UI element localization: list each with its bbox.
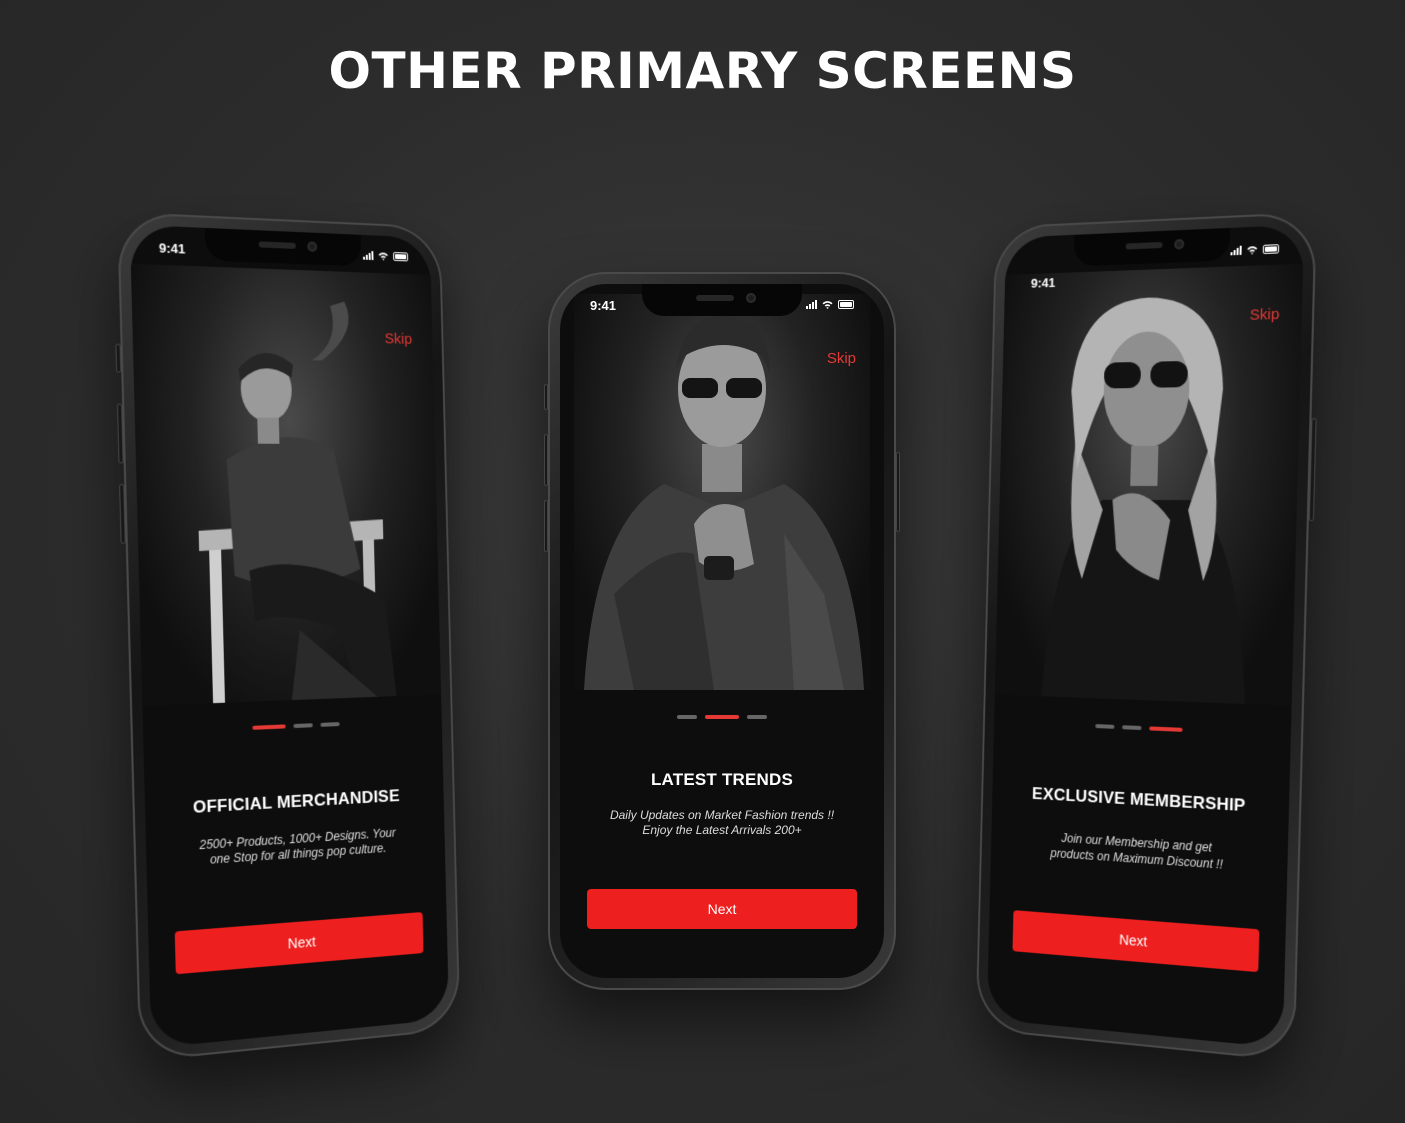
page-dot-1[interactable] — [1095, 724, 1115, 729]
signal-icon — [363, 251, 374, 261]
signal-icon — [806, 300, 817, 309]
onboarding-headline: LATEST TRENDS — [650, 770, 794, 789]
onboarding-description-line-1: Daily Updates on Market Fashion trends !… — [609, 808, 835, 822]
power-button — [896, 452, 900, 532]
page-indicator — [560, 715, 884, 719]
page-dot-1[interactable] — [252, 724, 286, 730]
notch — [204, 227, 362, 267]
wifi-icon — [1247, 246, 1258, 255]
skip-button[interactable]: Skip — [384, 330, 412, 347]
onboarding-description: 2500+ Products, 1000+ Designs. Your one … — [199, 825, 396, 867]
woman-sunglasses-photo — [1041, 295, 1251, 705]
notch — [1073, 227, 1231, 267]
skip-button[interactable]: Skip — [1250, 306, 1280, 324]
status-time: 9:41 — [158, 240, 186, 257]
skip-button[interactable]: Skip — [827, 350, 856, 367]
speaker — [696, 295, 734, 301]
wifi-icon — [378, 252, 389, 261]
side-button — [115, 343, 122, 373]
onboarding-headline: OFFICIAL MERCHANDISE — [192, 786, 400, 817]
status-time: 9:41 — [1030, 275, 1056, 291]
volume-down-button — [119, 484, 126, 544]
page-indicator — [994, 720, 1291, 737]
wifi-icon — [822, 301, 833, 309]
battery-icon — [1262, 244, 1280, 255]
next-button[interactable]: Next — [174, 912, 424, 975]
page-dot-1[interactable] — [677, 715, 697, 719]
battery-icon — [393, 251, 409, 262]
front-camera — [1174, 239, 1185, 250]
onboarding-screen-merchandise: 9:41 Skip OFFICIAL MERCHANDISE 2500+ Pro… — [129, 224, 450, 1049]
page-dot-3[interactable] — [320, 722, 340, 727]
phone-mockup-right: 9:41 Skip EXCLUSIVE MEMBERSHIP Join our … — [975, 211, 1317, 1062]
status-time: 9:41 — [590, 298, 617, 313]
page-dot-2[interactable] — [705, 715, 739, 719]
model-photo — [994, 263, 1304, 706]
front-camera — [746, 293, 756, 303]
onboarding-headline: EXCLUSIVE MEMBERSHIP — [1031, 784, 1246, 816]
power-button — [1308, 418, 1317, 522]
battery-icon — [838, 300, 854, 309]
status-icons — [363, 251, 409, 262]
onboarding-screen-membership: 9:41 Skip EXCLUSIVE MEMBERSHIP Join our … — [986, 224, 1305, 1049]
next-button[interactable]: Next — [1012, 910, 1260, 973]
speaker — [258, 241, 296, 249]
next-button[interactable]: Next — [587, 889, 857, 929]
status-icons — [1230, 244, 1280, 256]
page-dot-2[interactable] — [1122, 725, 1142, 731]
volume-up-button — [544, 434, 548, 486]
side-button — [544, 384, 548, 410]
man-sunglasses-photo — [584, 315, 864, 690]
speaker — [1125, 241, 1163, 250]
page-dot-3[interactable] — [1149, 726, 1183, 732]
phone-mockup-left: 9:41 Skip OFFICIAL MERCHANDISE 2500+ Pro… — [115, 211, 461, 1062]
model-photo — [574, 294, 870, 690]
page-dot-3[interactable] — [747, 715, 767, 719]
volume-down-button — [544, 500, 548, 552]
phone-mockup-center: 9:41 Skip LATEST TRENDS Daily Updates on… — [544, 272, 900, 990]
onboarding-description-line-2: Enjoy the Latest Arrivals 200+ — [642, 823, 802, 837]
status-icons — [806, 300, 854, 309]
onboarding-screen-trends: 9:41 Skip LATEST TRENDS Daily Updates on… — [560, 284, 884, 978]
page-indicator — [143, 718, 442, 735]
volume-up-button — [116, 403, 124, 464]
front-camera — [307, 241, 318, 252]
page-title: OTHER PRIMARY SCREENS — [328, 42, 1077, 100]
page-dot-2[interactable] — [293, 723, 313, 729]
notch — [642, 284, 802, 316]
signal-icon — [1230, 245, 1242, 256]
